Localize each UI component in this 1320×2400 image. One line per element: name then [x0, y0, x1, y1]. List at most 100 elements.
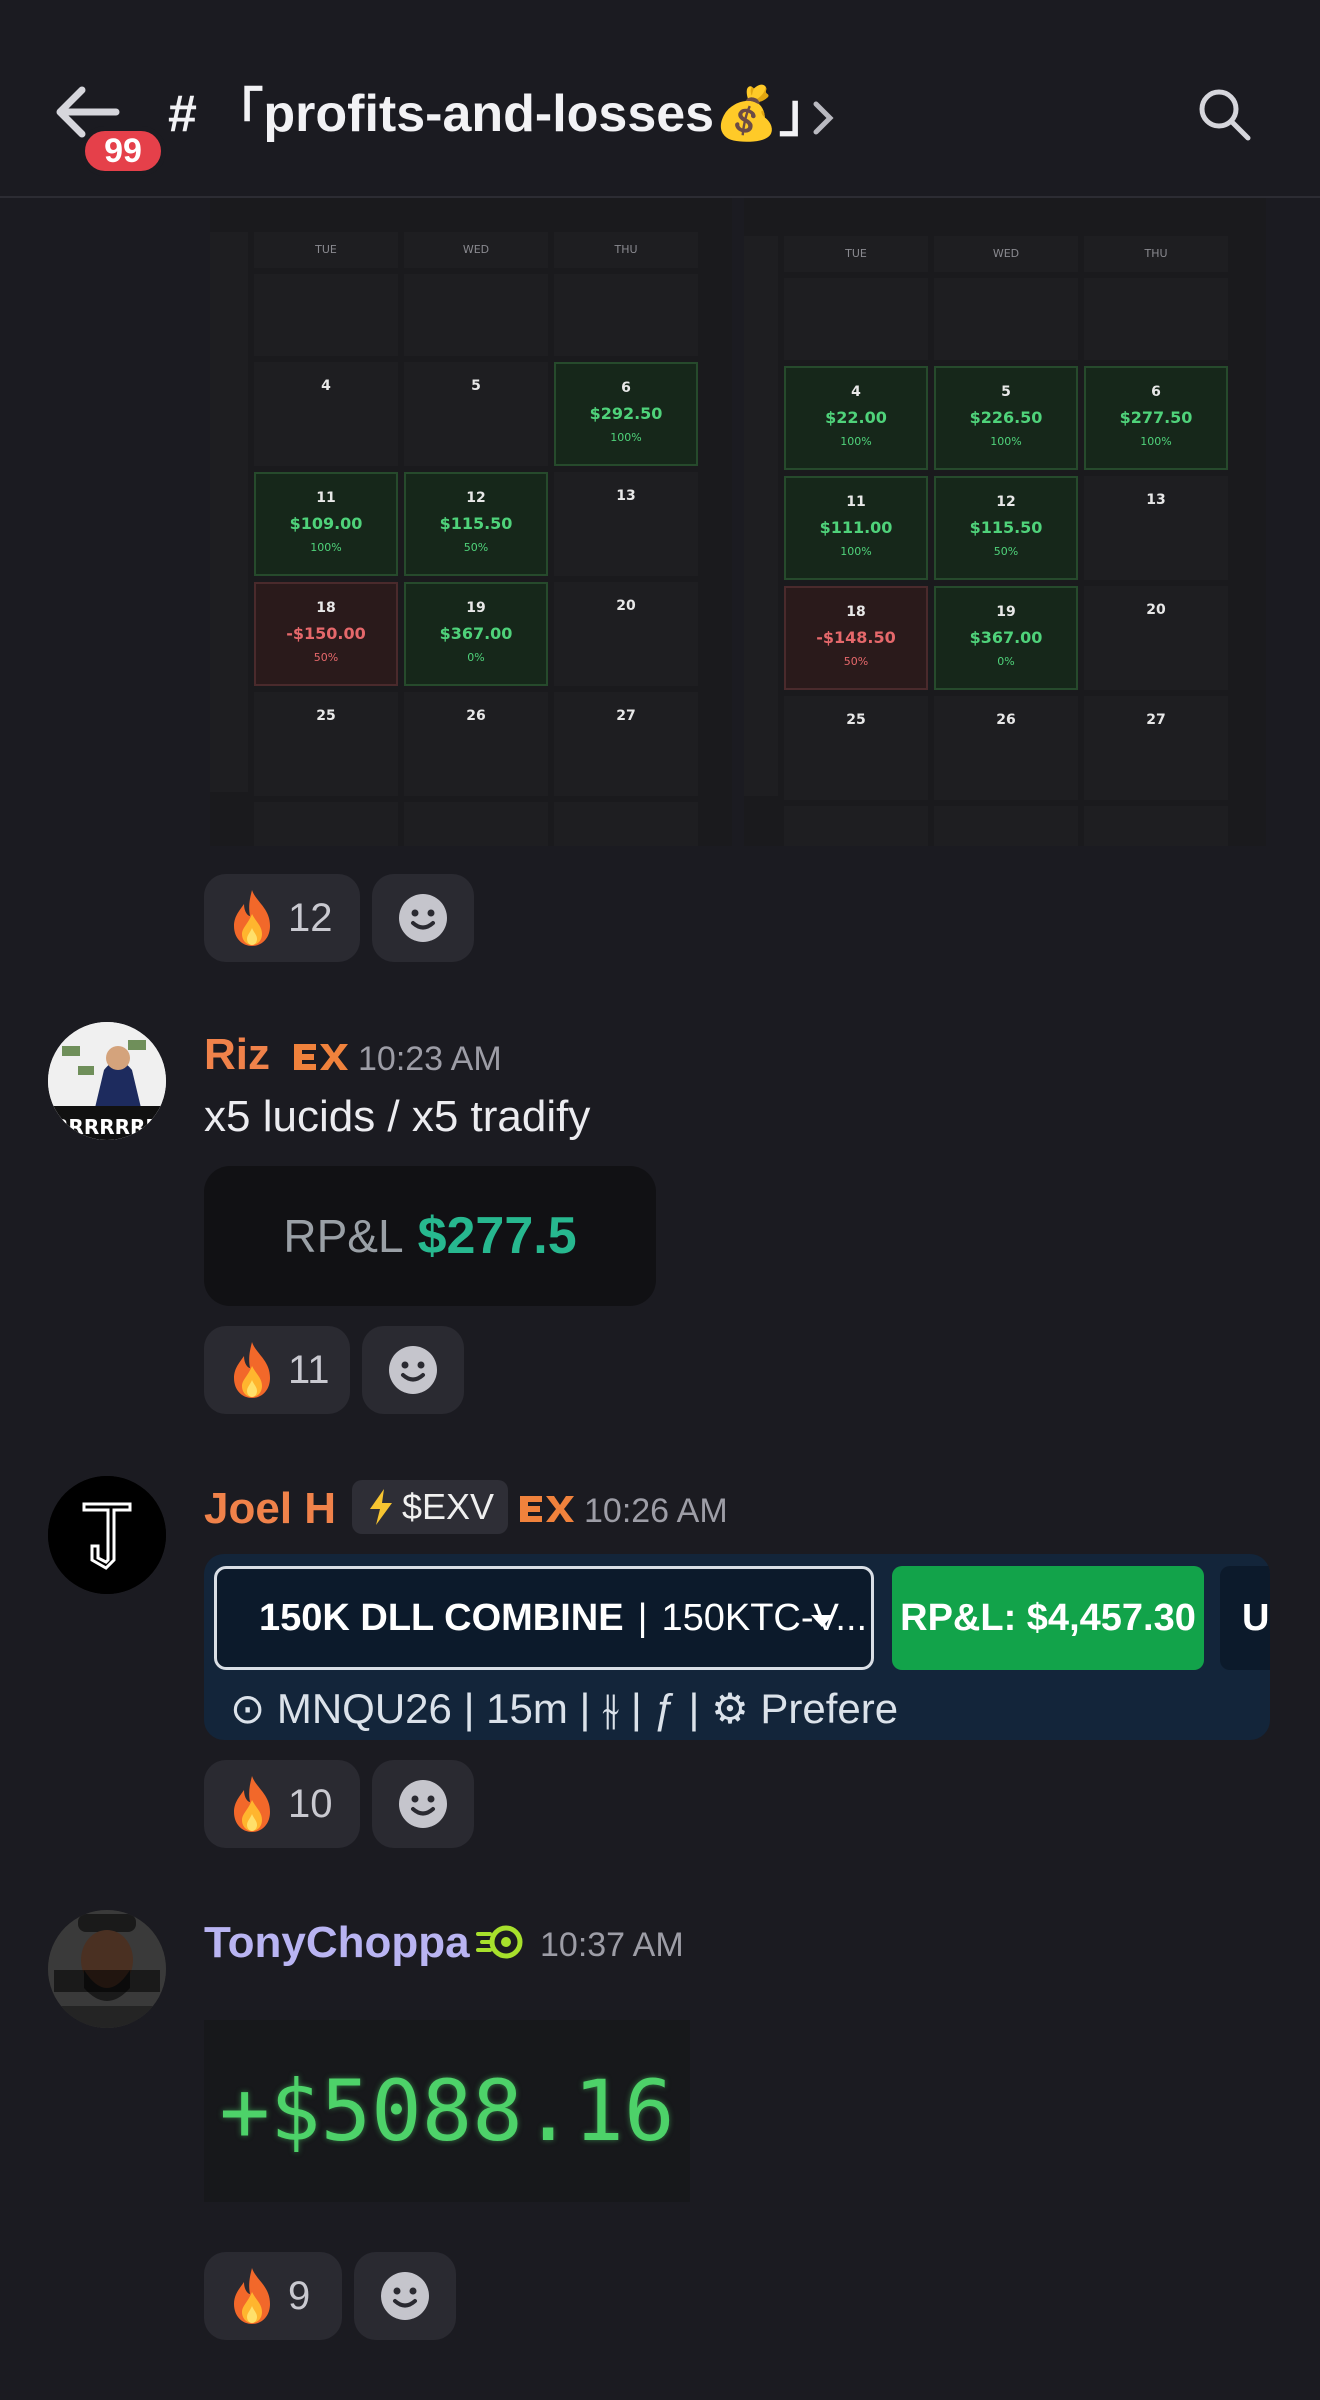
calendar-day-cell: 25 [254, 692, 398, 796]
calendar-day-cell: 26 [934, 696, 1078, 800]
add-reaction-button[interactable] [372, 874, 474, 962]
rpl-pill: RP&L: $4,457.30 [892, 1566, 1204, 1670]
account-screenshot-image[interactable]: 150K DLL COMBINE | 150KTC-V... RP&L: $4,… [204, 1554, 1270, 1740]
channel-header: 99 # 「profits-and-losses💰」 [0, 0, 1320, 198]
reaction-fire[interactable]: 9 [204, 2252, 342, 2340]
calendar-day-cell: 13 [1084, 476, 1228, 580]
combine-name: 150K DLL COMBINE [259, 1596, 624, 1639]
server-tag-label: $EXV [402, 1486, 495, 1527]
chevron-right-icon[interactable] [810, 98, 838, 138]
combine-account: 150KTC-V... [661, 1596, 868, 1639]
reaction-fire[interactable]: 12 [204, 874, 360, 962]
rpl-image[interactable]: RP&L $277.5 [204, 1166, 656, 1306]
calendar-weekday: THU [1084, 236, 1228, 272]
calendar-weekday: THU [554, 232, 698, 268]
calendar-edge-column [744, 236, 778, 796]
fire-icon [234, 1776, 270, 1832]
channel-title[interactable]: # 「profits-and-losses💰」 [168, 82, 831, 146]
calendar-day-number: 6 [1151, 384, 1161, 400]
timestamp: 10:37 AM [540, 1926, 684, 1964]
calendar-day-cell: 5 [404, 362, 548, 466]
pnl-calendar-image[interactable]: TUE WED THU 4 5 6 $292.50 100% 11 $109.00 100% 12 $1… [210, 198, 732, 846]
calendar-cell-empty [404, 274, 548, 356]
calendar-day-cell: 12 $115.50 50% [404, 472, 548, 576]
server-tag[interactable]: $EXV [352, 1480, 509, 1534]
calendar-day-pnl: $277.50 [1119, 408, 1193, 427]
calendar-day-winrate: 0% [997, 655, 1015, 668]
smiley-icon [399, 894, 447, 942]
avatar-image: BRRRRRR [48, 1022, 166, 1140]
caret-down-icon [811, 1615, 833, 1627]
calendar-weekday: WED [934, 236, 1078, 272]
separator: | [637, 1596, 648, 1639]
calendar-day-winrate: 50% [843, 655, 869, 668]
calendar-day-number: 11 [846, 494, 866, 510]
calendar-day-pnl: $22.00 [825, 408, 887, 427]
calendar-cell-empty [784, 806, 928, 846]
calendar-day-winrate: 100% [310, 541, 342, 554]
calendar-day-number: 13 [616, 488, 636, 504]
calendar-day-winrate: 50% [993, 545, 1019, 558]
ex-badge-icon [520, 1496, 574, 1522]
add-reaction-button[interactable] [372, 1760, 474, 1848]
fire-icon [234, 1342, 270, 1398]
username[interactable]: Joel H [204, 1484, 336, 1534]
reaction-fire[interactable]: 11 [204, 1326, 350, 1414]
calendar-day-cell: 18 -$150.00 50% [254, 582, 398, 686]
avatar-image [48, 1476, 166, 1594]
pnl-calendar-image[interactable]: TUE WED THU 4 $22.00 100% 5 $226.50 100% 6 $277.50… [744, 198, 1266, 846]
calendar-day-pnl: $115.50 [969, 518, 1043, 537]
calendar-day-pnl: $367.00 [969, 628, 1043, 647]
calendar-day-cell: 11 $109.00 100% [254, 472, 398, 576]
calendar-day-number: 26 [466, 708, 486, 724]
calendar-edge-column [210, 232, 248, 792]
calendar-day-winrate: 50% [463, 541, 489, 554]
avatar[interactable] [48, 1910, 166, 2028]
calendar-day-pnl: $367.00 [439, 624, 513, 643]
calendar-day-cell: 4 [254, 362, 398, 466]
calendar-day-number: 20 [616, 598, 636, 614]
reaction-count: 9 [288, 2273, 311, 2318]
fire-icon [234, 890, 270, 946]
pnl-screenshot-image[interactable]: +$5088.16 [204, 2020, 690, 2202]
timestamp: 10:23 AM [358, 1040, 502, 1078]
calendar-day-number: 26 [996, 712, 1016, 728]
search-icon[interactable] [1196, 86, 1252, 142]
reaction-fire[interactable]: 10 [204, 1760, 360, 1848]
calendar-day-winrate: 100% [840, 545, 872, 558]
calendar-day-number: 25 [316, 708, 336, 724]
calendar-day-pnl: $226.50 [969, 408, 1043, 427]
rpl-label: RP&L [283, 1210, 404, 1262]
add-reaction-button[interactable] [362, 1326, 464, 1414]
calendar-day-cell: 20 [554, 582, 698, 686]
calendar-day-number: 12 [996, 494, 1016, 510]
calendar-day-cell: 19 $367.00 0% [934, 586, 1078, 690]
calendar-day-cell: 18 -$148.50 50% [784, 586, 928, 690]
calendar-cell-empty [554, 274, 698, 356]
nitro-badge-icon [476, 1925, 523, 1959]
unread-badge: 99 [80, 126, 166, 176]
chart-toolbar: ⊙ MNQU26 | 15m | ⫳ | ƒ | ⚙ Prefere [230, 1685, 899, 1732]
calendar-day-cell: 6 $277.50 100% [1084, 366, 1228, 470]
calendar-day-winrate: 50% [313, 651, 339, 664]
calendar-cell-empty [554, 802, 698, 846]
calendar-day-number: 18 [316, 600, 336, 616]
calendar-cell-empty [934, 806, 1078, 846]
calendar-day-number: 25 [846, 712, 866, 728]
calendar-day-cell: 12 $115.50 50% [934, 476, 1078, 580]
username[interactable]: TonyChoppa [204, 1918, 470, 1968]
calendar-cell-empty [934, 278, 1078, 360]
add-reaction-button[interactable] [354, 2252, 456, 2340]
calendar-day-number: 20 [1146, 602, 1166, 618]
rpl-value: $277.5 [417, 1207, 577, 1265]
avatar[interactable]: BRRRRRR [48, 1022, 166, 1140]
smiley-icon [389, 1346, 437, 1394]
reaction-count: 11 [288, 1347, 330, 1392]
avatar-image [48, 1910, 166, 2028]
calendar-day-pnl: -$148.50 [816, 628, 896, 647]
calendar-day-winrate: 100% [1140, 435, 1172, 448]
avatar[interactable] [48, 1476, 166, 1594]
calendar-day-number: 27 [1146, 712, 1166, 728]
username[interactable]: Riz [204, 1030, 270, 1080]
calendar-cell-empty [404, 802, 548, 846]
